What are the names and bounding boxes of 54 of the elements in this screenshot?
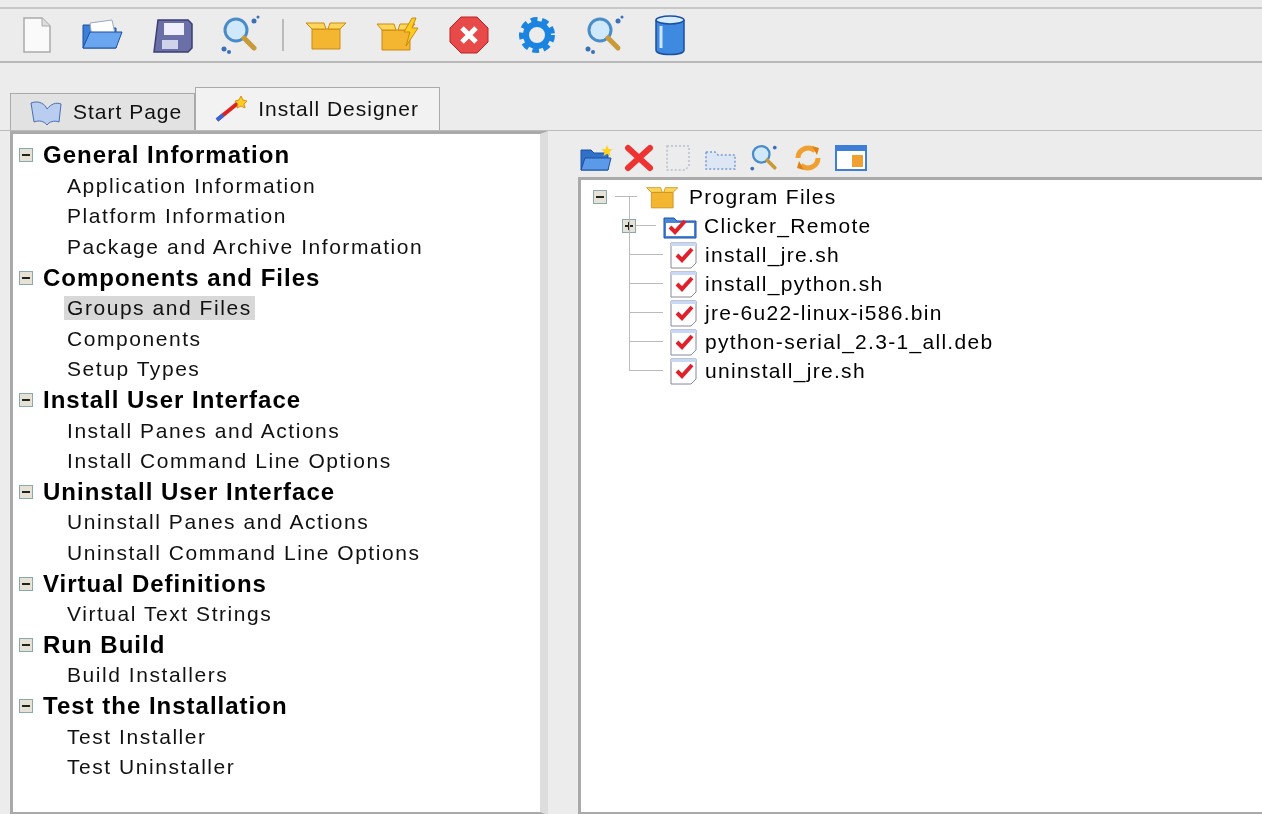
file-icon[interactable] (669, 327, 699, 356)
file-icon[interactable] (669, 269, 699, 298)
tree-item[interactable]: Program Files (689, 184, 837, 209)
book-icon (29, 99, 63, 125)
section-header[interactable]: Virtual Definitions (43, 569, 267, 598)
new-folder-icon[interactable] (580, 144, 614, 172)
collapse-icon[interactable] (19, 484, 33, 499)
gear-icon[interactable] (516, 15, 558, 55)
file-icon[interactable] (669, 298, 699, 327)
collapse-icon[interactable] (19, 393, 33, 408)
sidebar-item[interactable]: Build Installers (64, 663, 232, 688)
tree-item[interactable]: install_jre.sh (705, 242, 840, 267)
section-header[interactable]: Uninstall User Interface (43, 477, 336, 506)
section-header[interactable]: Test the Installation (43, 692, 288, 720)
collapse-icon[interactable] (19, 576, 33, 591)
sidebar-item[interactable]: Virtual Text Strings (64, 602, 276, 627)
sidebar-item[interactable]: Platform Information (64, 204, 291, 229)
delete-icon[interactable] (624, 144, 654, 172)
magic-wand-icon (214, 95, 249, 123)
section-header[interactable]: General Information (43, 141, 291, 170)
sidebar-item[interactable]: Setup Types (64, 357, 204, 382)
tree-item[interactable]: Clicker_Remote (704, 213, 872, 238)
collapse-icon[interactable] (19, 637, 33, 652)
collapse-icon[interactable] (593, 189, 607, 204)
sidebar-item[interactable]: Components (64, 326, 205, 351)
window-icon[interactable] (834, 144, 868, 172)
section-header[interactable]: Run Build (43, 630, 166, 659)
stop-icon[interactable] (448, 15, 490, 55)
search-icon[interactable] (220, 15, 262, 55)
database-icon[interactable] (652, 14, 688, 56)
expand-icon[interactable] (622, 218, 636, 233)
collapse-icon[interactable] (19, 148, 33, 163)
sidebar-item[interactable]: Install Command Line Options (64, 449, 395, 474)
sidebar-item[interactable]: Application Information (64, 173, 320, 198)
tree-item[interactable]: uninstall_jre.sh (705, 358, 866, 383)
section-header[interactable]: Install User Interface (43, 386, 302, 415)
search-icon[interactable] (584, 15, 626, 55)
collapse-icon[interactable] (19, 270, 33, 285)
sidebar-item[interactable]: Groups and Files (64, 296, 255, 321)
collapse-icon[interactable] (19, 699, 33, 713)
file-icon[interactable] (669, 240, 699, 269)
tab[interactable]: Start Page (10, 93, 196, 130)
tab[interactable]: Install Designer (195, 87, 440, 130)
section-header[interactable]: Components and Files (43, 263, 321, 292)
sidebar-item[interactable]: Install Panes and Actions (64, 418, 344, 443)
tree-item[interactable]: jre-6u22-linux-i586.bin (705, 300, 943, 325)
tree-item[interactable]: python-serial_2.3-1_all.deb (705, 329, 994, 354)
tree-item[interactable]: install_python.sh (705, 271, 884, 296)
sidebar-item[interactable]: Test Uninstaller (64, 755, 239, 780)
sidebar-item[interactable]: Uninstall Command Line Options (64, 541, 424, 565)
file-icon[interactable] (669, 356, 699, 385)
sidebar-item[interactable]: Test Installer (64, 724, 210, 749)
sidebar-item[interactable]: Uninstall Panes and Actions (64, 510, 373, 535)
sidebar-item[interactable]: Package and Archive Information (64, 235, 427, 260)
